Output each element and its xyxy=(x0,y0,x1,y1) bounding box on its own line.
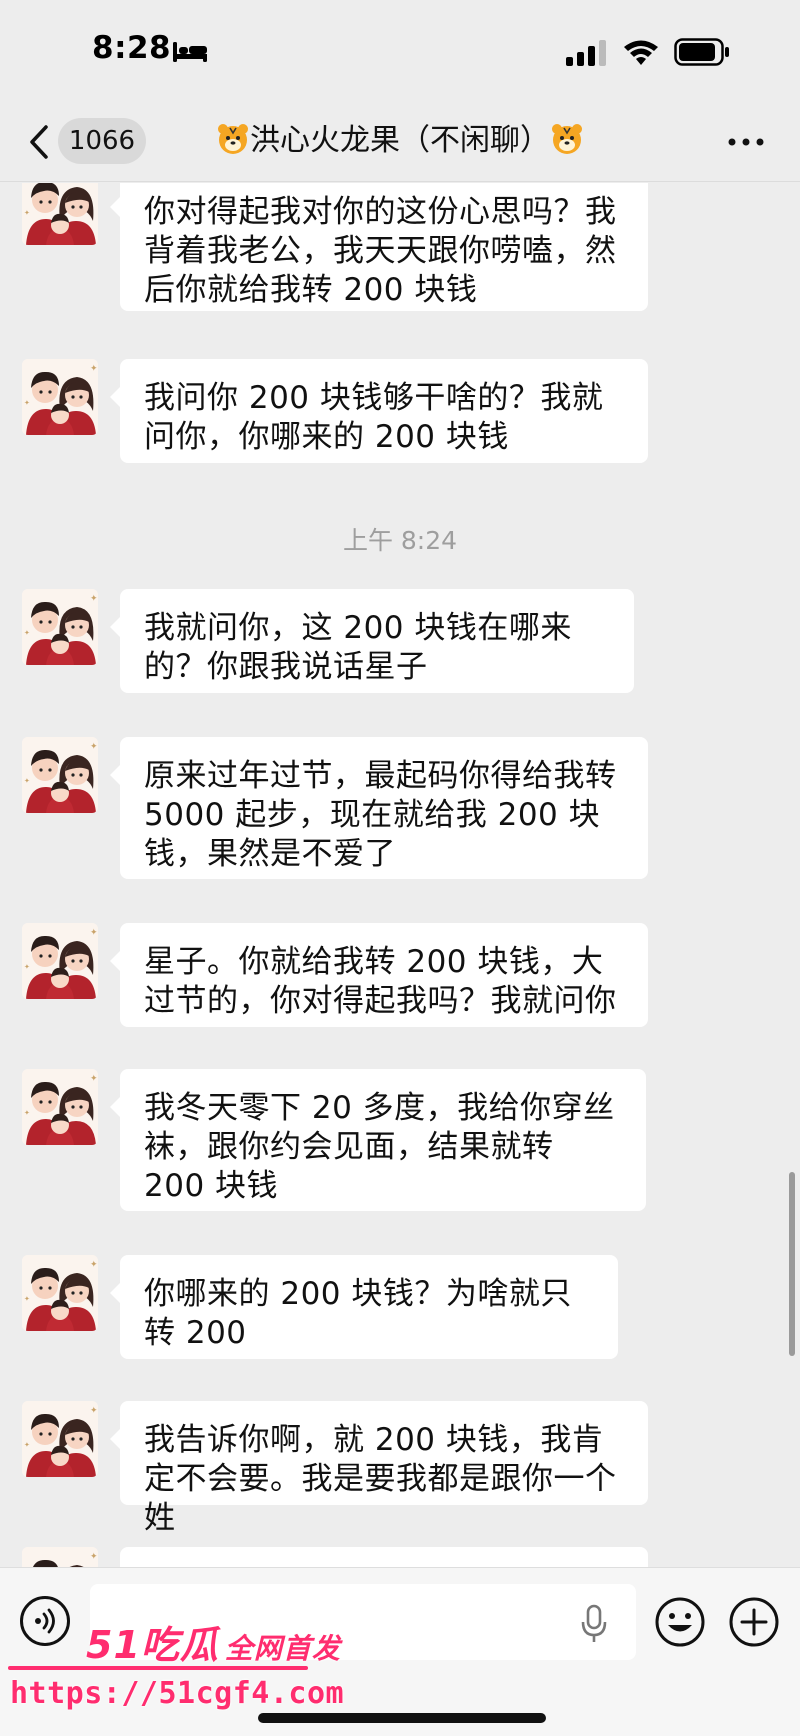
voice-input-button[interactable] xyxy=(20,1596,70,1646)
svg-text:✦: ✦ xyxy=(24,1109,30,1117)
couple-avatar-icon: ✦✦ xyxy=(22,359,98,435)
scrollbar[interactable] xyxy=(789,1172,795,1356)
more-options-icon[interactable] xyxy=(726,136,766,148)
couple-avatar-icon: ✦✦ xyxy=(22,1401,98,1477)
contact-avatar[interactable]: ✦✦ xyxy=(22,923,98,999)
watermark-tagline: 全网首发 xyxy=(224,1632,341,1665)
status-bar: 8:28 xyxy=(0,0,800,100)
svg-text:✦: ✦ xyxy=(24,963,30,971)
wifi-icon xyxy=(624,40,658,65)
chat-title-text: 洪心火龙果（不闲聊） xyxy=(250,123,550,158)
couple-avatar-icon: ✦✦ xyxy=(22,1547,98,1567)
message-bubble[interactable]: 星子。你就给我转 200 块钱，大过节的，你对得起我吗？我就问你 xyxy=(110,923,648,1027)
contact-avatar[interactable]: ✦✦ xyxy=(22,183,98,245)
svg-text:✦: ✦ xyxy=(24,209,30,217)
couple-avatar-icon: ✦✦ xyxy=(22,183,98,245)
svg-text:✦: ✦ xyxy=(24,1441,30,1449)
svg-text:✦: ✦ xyxy=(90,1260,98,1270)
emoji-icon[interactable] xyxy=(654,1596,706,1648)
watermark-url: https://51cgf4.com xyxy=(10,1676,345,1711)
svg-text:✦: ✦ xyxy=(24,399,30,407)
message-bubble[interactable] xyxy=(120,1547,648,1567)
battery-icon xyxy=(674,38,729,66)
cellular-signal-icon xyxy=(566,40,606,66)
svg-text:✦: ✦ xyxy=(90,742,98,752)
message-bubble[interactable]: 我告诉你啊，就 200 块钱，我肯定不会要。我是要我都是跟你一个姓 xyxy=(110,1401,648,1536)
home-indicator[interactable] xyxy=(258,1713,546,1723)
back-arrow-icon[interactable] xyxy=(28,124,50,160)
couple-avatar-icon: ✦✦ xyxy=(22,1069,98,1145)
contact-avatar[interactable]: ✦✦ xyxy=(22,589,98,665)
contact-avatar[interactable]: ✦✦ xyxy=(22,1401,98,1477)
svg-text:✦: ✦ xyxy=(24,629,30,637)
svg-text:✦: ✦ xyxy=(24,1295,30,1303)
svg-text:✦: ✦ xyxy=(24,777,30,785)
microphone-icon[interactable] xyxy=(580,1604,608,1644)
couple-avatar-icon: ✦✦ xyxy=(22,923,98,999)
contact-avatar[interactable]: ✦✦ xyxy=(22,1069,98,1145)
svg-text:✦: ✦ xyxy=(90,1406,98,1416)
svg-text:✦: ✦ xyxy=(90,1552,98,1562)
svg-text:✦: ✦ xyxy=(90,928,98,938)
couple-avatar-icon: ✦✦ xyxy=(22,1255,98,1331)
plus-icon[interactable] xyxy=(728,1596,780,1648)
contact-avatar[interactable]: ✦✦ xyxy=(22,1255,98,1331)
chat-title[interactable]: 洪心火龙果（不闲聊） xyxy=(160,118,640,164)
message-bubble[interactable]: 我冬天零下 20 多度，我给你穿丝袜，跟你约会见面，结果就转 200 块钱 xyxy=(110,1069,646,1211)
status-time: 8:28 xyxy=(92,30,172,66)
watermark-brand: 51吃瓜 全网首发 xyxy=(86,1614,341,1669)
svg-text:✦: ✦ xyxy=(90,594,98,604)
message-bubble[interactable]: 你对得起我对你的这份心思吗？我背着我老公，我天天跟你唠嗑，然后你就给我转 200… xyxy=(110,183,648,311)
couple-avatar-icon: ✦✦ xyxy=(22,737,98,813)
svg-text:✦: ✦ xyxy=(90,1074,98,1084)
watermark-brand-text: 51吃瓜 xyxy=(86,1623,219,1667)
voice-icon xyxy=(35,1608,55,1634)
sleep-focus-icon xyxy=(173,42,207,62)
message-bubble[interactable]: 你哪来的 200 块钱？为啥就只转 200 xyxy=(110,1255,618,1359)
contact-avatar[interactable]: ✦✦ xyxy=(22,1547,98,1567)
message-bubble[interactable]: 原来过年过节，最起码你得给我转 5000 起步，现在就给我 200 块钱，果然是… xyxy=(110,737,648,879)
svg-text:✦: ✦ xyxy=(90,364,98,374)
message-list[interactable]: ✦✦ 你对得起我对你的这份心思吗？我背着我老公，我天天跟你唠嗑，然后你就给我转 … xyxy=(0,183,800,1567)
tiger-face-icon xyxy=(552,124,582,154)
unread-count-badge[interactable]: 1066 xyxy=(58,118,146,164)
tiger-face-icon xyxy=(218,124,248,154)
svg-text:✦: ✦ xyxy=(90,183,98,184)
message-bubble[interactable]: 我就问你，这 200 块钱在哪来的？你跟我说话星子 xyxy=(110,589,634,693)
chat-header: 1066 洪心火龙果（不闲聊） xyxy=(0,100,800,182)
contact-avatar[interactable]: ✦✦ xyxy=(22,737,98,813)
message-bubble[interactable]: 我问你 200 块钱够干啥的？我就问你，你哪来的 200 块钱 xyxy=(110,359,648,463)
couple-avatar-icon: ✦✦ xyxy=(22,589,98,665)
watermark-divider xyxy=(8,1666,308,1670)
contact-avatar[interactable]: ✦✦ xyxy=(22,359,98,435)
time-divider: 上午 8:24 xyxy=(342,526,458,555)
